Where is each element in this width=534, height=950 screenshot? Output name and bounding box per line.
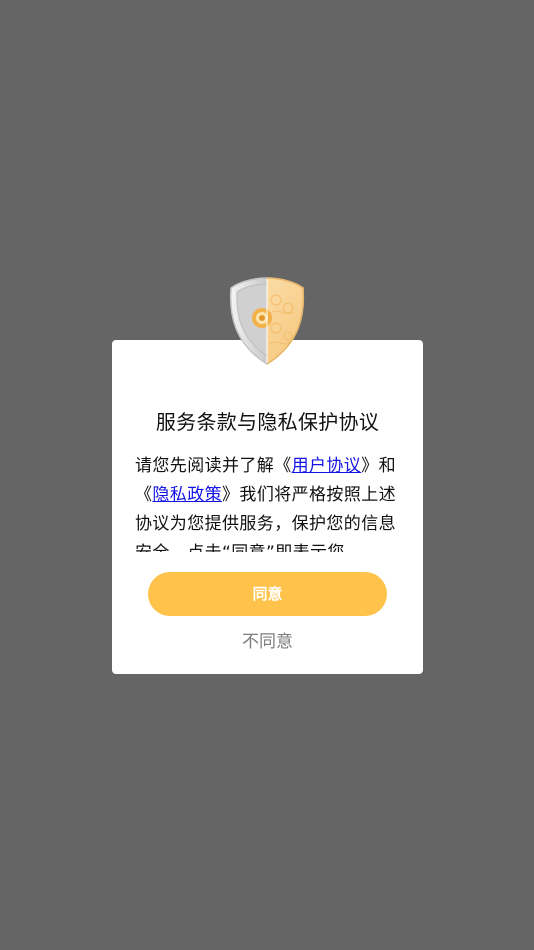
user-agreement-link[interactable]: 用户协议 [292, 456, 362, 476]
privacy-policy-link[interactable]: 隐私政策 [152, 485, 222, 505]
agree-button[interactable]: 同意 [148, 572, 387, 616]
agreement-text: 请您先阅读并了解《用户协议》和《隐私政策》我们将严格按照上述协议为您提供服务，保… [135, 452, 397, 552]
privacy-agreement-dialog: 服务条款与隐私保护协议 请您先阅读并了解《用户协议》和《隐私政策》我们将严格按照… [112, 340, 423, 674]
agreement-text-intro: 请您先阅读并了解《 [135, 456, 292, 476]
disagree-button[interactable]: 不同意 [112, 627, 423, 652]
agreement-text-scroll[interactable]: 请您先阅读并了解《用户协议》和《隐私政策》我们将严格按照上述协议为您提供服务，保… [135, 452, 397, 552]
privacy-shield-icon [229, 277, 305, 365]
dialog-title: 服务条款与隐私保护协议 [155, 410, 380, 434]
